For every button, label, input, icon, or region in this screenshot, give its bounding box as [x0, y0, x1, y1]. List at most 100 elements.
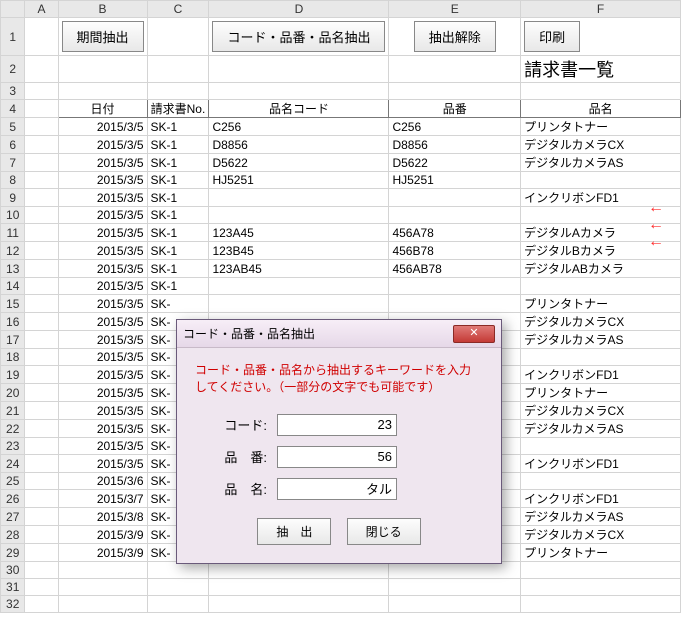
- cell-invoice[interactable]: [147, 562, 209, 579]
- cell-partno[interactable]: [389, 596, 521, 613]
- cell-name[interactable]: [521, 172, 681, 189]
- cell-name[interactable]: [521, 562, 681, 579]
- cell-partno[interactable]: [389, 189, 521, 207]
- dialog-titlebar[interactable]: コード・品番・品名抽出 ✕: [177, 320, 501, 348]
- cell-code[interactable]: [209, 562, 389, 579]
- cell-invoice[interactable]: [147, 579, 209, 596]
- cell-invoice[interactable]: SK-: [147, 295, 209, 313]
- code-name-extract-button[interactable]: コード・品番・品名抽出: [212, 21, 385, 52]
- cell-name[interactable]: デジタルカメラAS: [521, 154, 681, 172]
- name-input[interactable]: [277, 478, 397, 500]
- row-header[interactable]: 28: [1, 526, 25, 544]
- row-header[interactable]: 20: [1, 384, 25, 402]
- cell-partno[interactable]: D5622: [389, 154, 521, 172]
- cell-invoice[interactable]: SK-1: [147, 207, 209, 224]
- cell-date[interactable]: 2015/3/5: [58, 331, 147, 349]
- cell-code[interactable]: [209, 295, 389, 313]
- row-header[interactable]: 2: [1, 56, 25, 83]
- row-header[interactable]: 18: [1, 349, 25, 366]
- cell-code[interactable]: [209, 579, 389, 596]
- cell-date[interactable]: [58, 562, 147, 579]
- row-header[interactable]: 27: [1, 508, 25, 526]
- row-header[interactable]: 6: [1, 136, 25, 154]
- print-button[interactable]: 印刷: [524, 21, 580, 52]
- cell-name[interactable]: インクリボンFD1: [521, 490, 681, 508]
- cell-code[interactable]: D5622: [209, 154, 389, 172]
- cell-invoice[interactable]: SK-1: [147, 136, 209, 154]
- cell-invoice[interactable]: SK-1: [147, 242, 209, 260]
- cell-date[interactable]: 2015/3/9: [58, 544, 147, 562]
- cell-name[interactable]: デジタルカメラCX: [521, 313, 681, 331]
- cell-partno[interactable]: D8856: [389, 136, 521, 154]
- period-extract-button[interactable]: 期間抽出: [62, 21, 144, 52]
- extract-button[interactable]: 抽 出: [257, 518, 331, 545]
- row-header[interactable]: 13: [1, 260, 25, 278]
- cell-date[interactable]: 2015/3/5: [58, 402, 147, 420]
- col-header-C[interactable]: C: [147, 1, 209, 18]
- cell-name[interactable]: プリンタトナー: [521, 118, 681, 136]
- cell-date[interactable]: 2015/3/5: [58, 349, 147, 366]
- cell-partno[interactable]: [389, 579, 521, 596]
- cell-name[interactable]: デジタルカメラCX: [521, 526, 681, 544]
- cell-invoice[interactable]: SK-1: [147, 154, 209, 172]
- row-header[interactable]: 17: [1, 331, 25, 349]
- cell-partno[interactable]: 456B78: [389, 242, 521, 260]
- row-header[interactable]: 14: [1, 278, 25, 295]
- cell-name[interactable]: デジタルカメラCX: [521, 136, 681, 154]
- cell-name[interactable]: プリンタトナー: [521, 384, 681, 402]
- cell-name[interactable]: デジタルカメラAS: [521, 420, 681, 438]
- row-header[interactable]: 5: [1, 118, 25, 136]
- row-header[interactable]: 7: [1, 154, 25, 172]
- cell-date[interactable]: 2015/3/5: [58, 384, 147, 402]
- cell-name[interactable]: デジタルカメラCX: [521, 402, 681, 420]
- part-input[interactable]: [277, 446, 397, 468]
- col-header-D[interactable]: D: [209, 1, 389, 18]
- cell-date[interactable]: 2015/3/5: [58, 420, 147, 438]
- cell-invoice[interactable]: SK-1: [147, 278, 209, 295]
- row-header[interactable]: 21: [1, 402, 25, 420]
- row-header[interactable]: 3: [1, 83, 25, 100]
- cell-name[interactable]: インクリボンFD1: [521, 366, 681, 384]
- cell-date[interactable]: 2015/3/5: [58, 278, 147, 295]
- row-header[interactable]: 10: [1, 207, 25, 224]
- cell-code[interactable]: D8856: [209, 136, 389, 154]
- cell-code[interactable]: [209, 278, 389, 295]
- cell-name[interactable]: プリンタトナー: [521, 544, 681, 562]
- cell-name[interactable]: [521, 278, 681, 295]
- cell-partno[interactable]: [389, 278, 521, 295]
- cell-code[interactable]: [209, 189, 389, 207]
- row-header[interactable]: 15: [1, 295, 25, 313]
- cell-code[interactable]: 123AB45: [209, 260, 389, 278]
- cell-invoice[interactable]: SK-1: [147, 118, 209, 136]
- cell-date[interactable]: 2015/3/5: [58, 207, 147, 224]
- row-header[interactable]: 12: [1, 242, 25, 260]
- cell-name[interactable]: プリンタトナー: [521, 295, 681, 313]
- cell-code[interactable]: 123A45: [209, 224, 389, 242]
- cell-date[interactable]: 2015/3/5: [58, 189, 147, 207]
- cell-date[interactable]: 2015/3/7: [58, 490, 147, 508]
- row-header[interactable]: 30: [1, 562, 25, 579]
- row-header[interactable]: 9: [1, 189, 25, 207]
- cell-date[interactable]: 2015/3/5: [58, 366, 147, 384]
- cell-date[interactable]: 2015/3/5: [58, 438, 147, 455]
- cell-partno[interactable]: [389, 562, 521, 579]
- cell-date[interactable]: [58, 579, 147, 596]
- cell-partno[interactable]: HJ5251: [389, 172, 521, 189]
- row-header[interactable]: 19: [1, 366, 25, 384]
- cell-partno[interactable]: [389, 207, 521, 224]
- cell-partno[interactable]: 456A78: [389, 224, 521, 242]
- col-header-F[interactable]: F: [521, 1, 681, 18]
- row-header[interactable]: 22: [1, 420, 25, 438]
- row-header[interactable]: 16: [1, 313, 25, 331]
- cell-date[interactable]: 2015/3/5: [58, 313, 147, 331]
- col-header-E[interactable]: E: [389, 1, 521, 18]
- cell-date[interactable]: 2015/3/5: [58, 154, 147, 172]
- cell-name[interactable]: デジタルカメラAS: [521, 331, 681, 349]
- row-header[interactable]: 4: [1, 100, 25, 118]
- cell-date[interactable]: 2015/3/9: [58, 526, 147, 544]
- cell-date[interactable]: 2015/3/8: [58, 508, 147, 526]
- cell-date[interactable]: 2015/3/5: [58, 455, 147, 473]
- cell-invoice[interactable]: SK-1: [147, 189, 209, 207]
- cell-date[interactable]: 2015/3/5: [58, 224, 147, 242]
- row-header[interactable]: 25: [1, 473, 25, 490]
